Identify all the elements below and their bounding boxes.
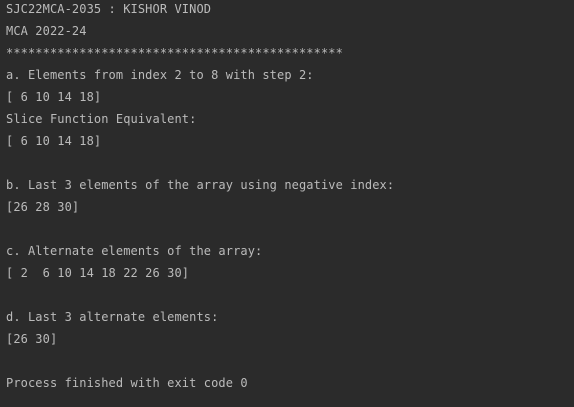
header-course-line: MCA 2022-24 <box>6 24 87 38</box>
section-a-result: [ 6 10 14 18] <box>6 90 102 104</box>
run-console-output: SJC22MCA-2035 : KISHOR VINOD MCA 2022-24… <box>0 0 574 405</box>
section-a-heading: a. Elements from index 2 to 8 with step … <box>6 68 314 82</box>
process-exit-message: Process finished with exit code 0 <box>6 376 248 390</box>
section-d-result: [26 30] <box>6 332 58 346</box>
header-name-line: SJC22MCA-2035 : KISHOR VINOD <box>6 2 212 16</box>
section-b-heading: b. Last 3 elements of the array using ne… <box>6 178 395 192</box>
section-d-heading: d. Last 3 alternate elements: <box>6 310 219 324</box>
separator-line: ****************************************… <box>6 46 343 60</box>
slice-equivalent-heading: Slice Function Equivalent: <box>6 112 197 126</box>
slice-equivalent-result: [ 6 10 14 18] <box>6 134 102 148</box>
section-c-result: [ 2 6 10 14 18 22 26 30] <box>6 266 190 280</box>
section-b-result: [26 28 30] <box>6 200 80 214</box>
section-c-heading: c. Alternate elements of the array: <box>6 244 263 258</box>
